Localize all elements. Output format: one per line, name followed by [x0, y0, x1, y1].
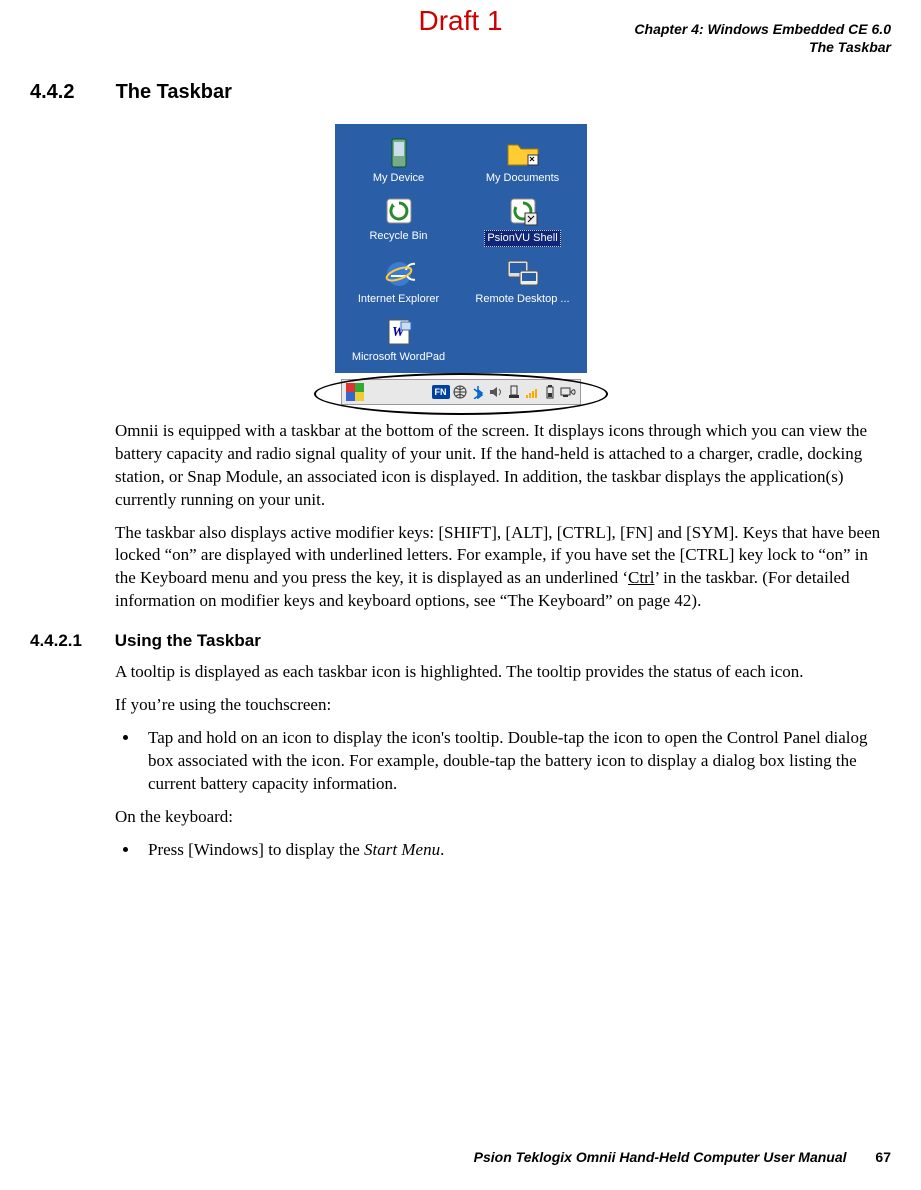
desktop-label: Microsoft WordPad: [352, 351, 445, 363]
desktop-icon-recycle-bin[interactable]: Recycle Bin: [341, 192, 457, 248]
desktop-icon-my-documents[interactable]: My Documents: [465, 134, 581, 186]
paragraph: Omnii is equipped with a taskbar at the …: [115, 420, 891, 512]
desktop-icon-psionvu-shell[interactable]: PsionVU Shell: [465, 192, 581, 248]
subsection-number: 4.4.2.1: [30, 631, 110, 651]
subsection-heading: 4.4.2.1 Using the Taskbar: [30, 631, 891, 651]
subsection-title: Using the Taskbar: [115, 631, 261, 650]
start-button-icon[interactable]: [346, 383, 364, 401]
volume-icon[interactable]: [488, 384, 504, 400]
folder-icon: [506, 136, 540, 170]
ce-desktop: My Device My Documents Recycle Bin Psion…: [335, 124, 587, 372]
desktop-icon-my-device[interactable]: My Device: [341, 134, 457, 186]
dock-icon[interactable]: [506, 384, 522, 400]
section-title: The Taskbar: [116, 81, 232, 103]
paragraph: If you’re using the touchscreen:: [115, 694, 891, 717]
signal-icon[interactable]: [524, 384, 540, 400]
page-footer: Psion Teklogix Omnii Hand-Held Computer …: [474, 1149, 891, 1165]
battery-icon[interactable]: [542, 384, 558, 400]
footer-title: Psion Teklogix Omnii Hand-Held Computer …: [474, 1149, 847, 1165]
desktop-label: Remote Desktop ...: [475, 293, 569, 305]
desktop-label: PsionVU Shell: [484, 230, 560, 246]
wordpad-icon: W: [382, 315, 416, 349]
remote-desktop-icon: [506, 257, 540, 291]
pc-connection-icon[interactable]: [560, 384, 576, 400]
running-header-section: The Taskbar: [30, 38, 891, 56]
footer-page-number: 67: [875, 1149, 891, 1165]
fn-indicator-icon[interactable]: FN: [432, 385, 450, 399]
shell-icon: [506, 194, 540, 228]
desktop-label: Recycle Bin: [369, 230, 427, 242]
bluetooth-icon[interactable]: [470, 384, 486, 400]
network-icon[interactable]: [452, 384, 468, 400]
ie-icon: [382, 257, 416, 291]
embedded-screenshot: My Device My Documents Recycle Bin Psion…: [335, 124, 587, 404]
paragraph: The taskbar also displays active modifie…: [115, 522, 891, 614]
watermark-draft: Draft 1: [418, 5, 502, 37]
ce-taskbar[interactable]: FN: [341, 379, 581, 405]
desktop-label: My Documents: [486, 172, 559, 184]
recycle-icon: [382, 194, 416, 228]
desktop-label: Internet Explorer: [358, 293, 439, 305]
list-item: Press [Windows] to display the Start Men…: [140, 839, 891, 862]
section-number: 4.4.2: [30, 81, 110, 104]
taskbar-callout: FN: [335, 373, 587, 405]
desktop-icon-internet-explorer[interactable]: Internet Explorer: [341, 255, 457, 307]
desktop-icon-remote-desktop[interactable]: Remote Desktop ...: [465, 255, 581, 307]
bullet-list: Press [Windows] to display the Start Men…: [115, 839, 891, 862]
list-item: Tap and hold on an icon to display the i…: [140, 727, 891, 796]
paragraph: On the keyboard:: [115, 806, 891, 829]
paragraph: A tooltip is displayed as each taskbar i…: [115, 661, 891, 684]
device-icon: [382, 136, 416, 170]
section-heading: 4.4.2 The Taskbar: [30, 81, 891, 104]
desktop-label: My Device: [373, 172, 424, 184]
bullet-list: Tap and hold on an icon to display the i…: [115, 727, 891, 796]
desktop-icon-wordpad[interactable]: W Microsoft WordPad: [341, 313, 457, 365]
